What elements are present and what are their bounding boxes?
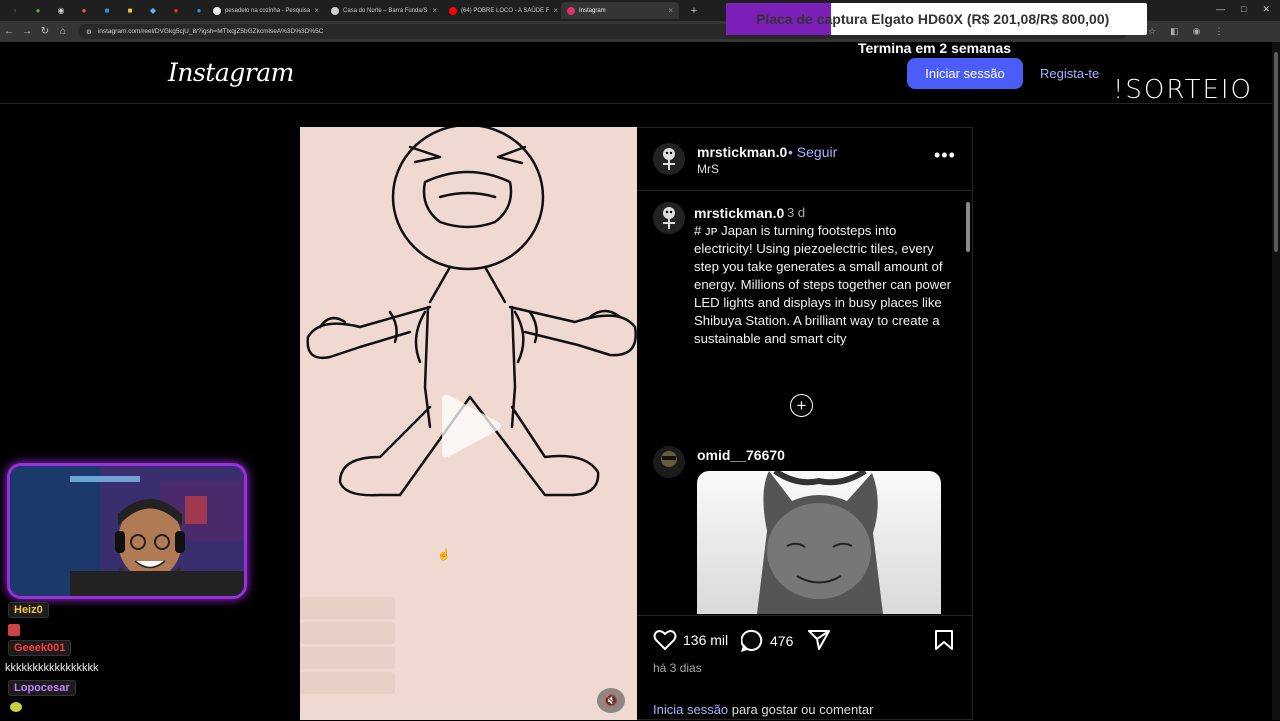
reload-icon[interactable]: ↻ — [36, 26, 54, 37]
promo-text: Placa de captura Elgato HD60X (R$ 201,08… — [756, 11, 1110, 27]
comment-image — [697, 471, 941, 614]
close-icon[interactable]: × — [432, 6, 437, 15]
close-icon[interactable]: × — [553, 6, 558, 15]
tab-youtube[interactable]: (64) POBRE LOCO - A SAÚDE F × — [443, 2, 561, 19]
save-button[interactable] — [934, 629, 954, 651]
chat-message-text: kkkkkkkkkkkkkkkkk — [0, 662, 260, 680]
chat-username: Geeek001 — [8, 640, 72, 656]
author-subtitle: MrS — [697, 162, 719, 176]
share-button[interactable] — [807, 629, 831, 651]
star-icon[interactable]: ☆ — [1148, 26, 1156, 37]
tab-title: Casa do Norte – Barra Funda/S — [343, 7, 428, 14]
author-username[interactable]: mrstickman.0 — [697, 144, 787, 160]
extensions-icon[interactable]: ◧ — [1170, 26, 1179, 37]
login-prompt-text: para gostar ou comentar — [728, 702, 874, 717]
google-favicon-icon — [213, 6, 221, 15]
close-icon[interactable]: × — [314, 6, 319, 15]
scroll-thumb[interactable] — [966, 202, 970, 252]
tab-pinned-8[interactable]: ● — [168, 3, 184, 19]
forward-icon[interactable]: → — [18, 26, 36, 37]
tab-title: Instagram — [579, 7, 606, 14]
back-icon[interactable]: ← — [0, 26, 18, 37]
caption-text: # ᴊᴘ Japan is turning footsteps into ele… — [694, 223, 952, 346]
instagram-header: Instagram Iniciar sessão Regista-te — [0, 42, 1272, 104]
stream-chat: Heiz0 Geeek001 kkkkkkkkkkkkkkkkk Lopoces… — [0, 602, 260, 716]
comment-icon — [741, 629, 763, 652]
heart-icon — [653, 630, 677, 651]
chat-text: kkkkkkkkkkkkkkkkk — [5, 662, 99, 674]
chat-emote — [10, 702, 260, 716]
new-tab-icon[interactable]: + — [686, 3, 702, 19]
tab-pinned-6[interactable]: ■ — [122, 3, 138, 19]
mouse-cursor-icon: ☝ — [437, 549, 451, 561]
tab-pinned-4[interactable]: ● — [76, 3, 92, 19]
tab-pinned-7[interactable]: ◆ — [145, 3, 161, 19]
tab-pesquisa[interactable]: pesadelo na cozinha - Pesquisa × — [207, 2, 325, 19]
post-actions: 136 mil 476 há 3 dias Inicia sessão para… — [637, 615, 972, 721]
chat-message: Geeek001 — [0, 640, 260, 662]
page-scroll-thumb[interactable] — [1274, 52, 1278, 252]
youtube-favicon-icon — [449, 6, 457, 15]
chat-username: Heiz0 — [8, 602, 49, 618]
streamer-webcam — [7, 463, 247, 599]
comment-button[interactable]: 476 — [741, 629, 793, 652]
author-avatar[interactable] — [653, 143, 685, 175]
chat-message: Lopocesar — [0, 680, 260, 702]
tab-pinned-9[interactable]: ● — [191, 3, 207, 19]
browser-toolbar-icons: ☆ ◧ ◉ ⋮ — [1148, 26, 1223, 37]
tab-title: (64) POBRE LOCO - A SAÚDE F — [461, 7, 550, 14]
caption-avatar[interactable] — [653, 202, 685, 234]
close-icon[interactable]: × — [668, 6, 673, 15]
comments-scrollbar[interactable] — [965, 194, 971, 614]
menu-icon[interactable]: ⋮ — [1214, 26, 1223, 37]
caption-time: 3 d — [787, 205, 806, 220]
more-icon[interactable]: ••• — [934, 145, 956, 166]
maximize-icon[interactable]: □ — [1241, 4, 1246, 15]
tab-pinned-5[interactable]: ■ — [99, 3, 115, 19]
instagram-favicon-icon — [567, 6, 575, 15]
window-controls: — □ ✕ — [1216, 4, 1270, 15]
post-header: mrstickman.0 • Seguir MrS ••• — [637, 128, 972, 191]
tab-pinned-3[interactable]: ◉ — [53, 3, 69, 19]
tab-casa-do-norte[interactable]: Casa do Norte – Barra Funda/S × — [325, 2, 443, 19]
comments-count: 476 — [770, 632, 794, 649]
page-scrollbar[interactable] — [1272, 42, 1280, 720]
mute-icon[interactable]: 🔇 — [597, 688, 625, 713]
url-text: instagram.com/reel/DVGkg5cjU_8/?igsh=MTl… — [97, 28, 324, 35]
add-circle-icon[interactable]: + — [790, 394, 813, 417]
tab-pinned-1[interactable]: ◦ — [7, 3, 23, 19]
likes-count: 136 mil — [683, 632, 729, 648]
caption-username[interactable]: mrstickman.0 — [694, 205, 784, 221]
minimize-icon[interactable]: — — [1216, 4, 1225, 15]
bookmark-icon — [935, 630, 953, 650]
emote-icon — [10, 702, 22, 712]
login-link[interactable]: Inicia sessão — [653, 702, 728, 717]
site-info-icon[interactable]: ⚙ — [86, 28, 92, 36]
profile-icon[interactable]: ◉ — [1193, 26, 1201, 37]
promo-banner: Placa de captura Elgato HD60X (R$ 201,08… — [726, 3, 1147, 35]
close-window-icon[interactable]: ✕ — [1262, 4, 1270, 15]
chat-username: Lopocesar — [8, 680, 76, 696]
chat-emote — [8, 624, 260, 640]
login-button[interactable]: Iniciar sessão — [907, 58, 1023, 89]
site-favicon-icon — [331, 6, 339, 15]
emote-icon — [8, 624, 20, 636]
sorteio-overlay: !SORTEIO — [1113, 75, 1254, 105]
chat-message: Heiz0 — [0, 602, 260, 624]
login-prompt: Inicia sessão para gostar ou comentar — [653, 702, 873, 717]
follow-button[interactable]: • Seguir — [788, 144, 837, 160]
commenter-username[interactable]: omid__76670 — [697, 447, 785, 463]
share-icon — [808, 630, 830, 650]
instagram-logo[interactable]: Instagram — [168, 58, 294, 87]
signup-link[interactable]: Regista-te — [1040, 66, 1099, 81]
like-button[interactable]: 136 mil — [653, 629, 728, 651]
tab-title: pesadelo na cozinha - Pesquisa — [225, 7, 311, 14]
home-icon[interactable]: ⌂ — [54, 26, 72, 37]
post-panel: mrstickman.0 • Seguir MrS ••• mrstickman… — [637, 127, 973, 720]
commenter-avatar[interactable] — [653, 446, 685, 478]
tab-instagram[interactable]: Instagram × — [561, 2, 679, 19]
play-icon[interactable] — [440, 392, 504, 460]
post-date: há 3 dias — [653, 661, 702, 675]
tab-pinned-2[interactable]: ● — [30, 3, 46, 19]
